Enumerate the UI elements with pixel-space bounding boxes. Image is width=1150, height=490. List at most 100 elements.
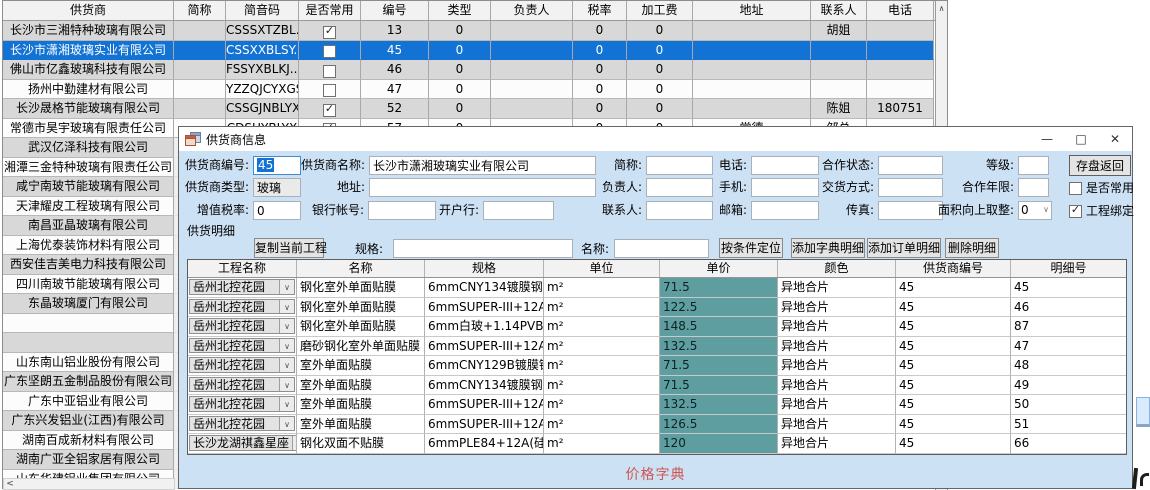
supplier-row[interactable]: 长沙晟格节能玻璃有限公司CSSGJNBLYXGS✓52000陈姐180751	[3, 99, 948, 119]
column-header-spec[interactable]: 规格	[425, 260, 544, 277]
vat-rate-input[interactable]	[253, 201, 301, 220]
detail-cell-color: 异地合片	[778, 356, 896, 376]
grid-horizontal-scrollbar[interactable]: <	[3, 478, 175, 490]
column-header-name[interactable]: 名称	[297, 260, 425, 277]
column-header-supplier-no[interactable]: 供货商编号	[896, 260, 1011, 277]
project-combobox[interactable]: 长沙龙湖祺鑫星座∨	[188, 434, 297, 454]
detail-row[interactable]: 岳州北控花园∨钢化室外单面贴膜6mmSUPER-III+12A(硅...m²12…	[188, 298, 1126, 318]
column-header-processing-fee[interactable]: 加工费	[627, 1, 693, 20]
project-combobox[interactable]: 岳州北控花园∨	[188, 317, 297, 337]
detail-row[interactable]: 岳州北控花园∨室外单面贴膜6mmSUPER-III+12A(硅...m²132.…	[188, 395, 1126, 415]
detail-row[interactable]: 岳州北控花园∨钢化室外单面贴膜6mm白玻+1.14PVB+6mm...m²148…	[188, 317, 1126, 337]
supplier-name-input[interactable]	[369, 156, 596, 175]
detail-row[interactable]: 岳州北控花园∨磨砂钢化室外单面贴膜6mmSUPER-III+12A(硅...m²…	[188, 337, 1126, 357]
common-checkbox[interactable]: ✓	[323, 26, 336, 39]
close-button[interactable]: ✕	[1098, 127, 1132, 151]
column-header-number[interactable]: 编号	[361, 1, 429, 20]
combobox-arrow-icon[interactable]: ∨	[279, 280, 294, 294]
combobox-arrow-icon[interactable]: ∨	[279, 358, 294, 372]
supplier-row[interactable]: 扬州中勤建材有限公司YZZQJCYXGS47000	[3, 80, 948, 100]
common-checkbox[interactable]	[323, 45, 336, 58]
dialog-titlebar[interactable]: 供货商信息 — □ ✕	[179, 127, 1132, 151]
detail-row[interactable]: 岳州北控花园∨钢化室外单面贴膜6mmCNY134镀膜钢化m²71.5异地合片45…	[188, 278, 1126, 298]
address-input[interactable]	[369, 178, 596, 197]
detail-row[interactable]: 岳州北控花园∨室外单面贴膜6mmSUPER-III+12A(硅...m²126.…	[188, 415, 1126, 435]
supplier-row[interactable]: 长沙市三湘特种玻璃有限公司CSSSXTZBL...✓13000胡姐	[3, 21, 948, 41]
combobox-frame: 岳州北控花园∨	[189, 416, 295, 432]
dropdown-arrow-icon[interactable]: ∨	[1043, 202, 1049, 219]
combobox-arrow-icon[interactable]: ∨	[279, 339, 294, 353]
minimize-button[interactable]: —	[1030, 127, 1064, 151]
detail-row[interactable]: 岳州北控花园∨室外单面贴膜6mmCNY134镀膜钢化m²71.5异地合片4549	[188, 376, 1126, 396]
maximize-button[interactable]: □	[1064, 127, 1098, 151]
locate-by-condition-button[interactable]: 按条件定位	[719, 238, 783, 258]
project-combobox[interactable]: 岳州北控花园∨	[188, 395, 297, 415]
project-combobox[interactable]: 岳州北控花园∨	[188, 415, 297, 435]
project-bind-checkbox-label: 工程绑定	[1086, 204, 1134, 218]
project-combobox[interactable]: 岳州北控花园∨	[188, 298, 297, 318]
scroll-up-icon[interactable]: ∧	[936, 1, 947, 17]
grade-input[interactable]	[1018, 156, 1049, 175]
project-combobox[interactable]: 岳州北控花园∨	[188, 356, 297, 376]
column-header-contact[interactable]: 联系人	[811, 1, 867, 20]
column-header-detail-no[interactable]: 明细号	[1011, 260, 1126, 277]
project-combobox[interactable]: 岳州北控花园∨	[188, 337, 297, 357]
supplier-cell-supplier: 扬州中勤建材有限公司	[3, 80, 174, 100]
column-header-color[interactable]: 颜色	[778, 260, 896, 277]
checkbox-unchecked-icon[interactable]	[1069, 182, 1082, 195]
common-checkbox[interactable]: ✓	[323, 104, 336, 117]
detail-row[interactable]: 长沙龙湖祺鑫星座∨钢化双面不贴膜6mmPLE84+12A(硅酮胶...m²120…	[188, 434, 1126, 454]
column-header-type[interactable]: 类型	[429, 1, 491, 20]
supplier-row[interactable]: 佛山市亿鑫玻璃科技有限公司FSSYXBLKJ...46000	[3, 60, 948, 80]
detail-row[interactable]: 岳州北控花园∨室外单面贴膜6mmCNY129B镀膜钢化m²71.5异地合片454…	[188, 356, 1126, 376]
column-header-unit[interactable]: 单位	[544, 260, 660, 277]
coop-years-input[interactable]	[1018, 178, 1049, 197]
column-header-unit-price[interactable]: 单价	[660, 260, 778, 277]
combobox-arrow-icon[interactable]: ∨	[279, 300, 294, 314]
project-bind-checkbox-field[interactable]: ✓ 工程绑定	[1069, 202, 1134, 221]
combobox-arrow-icon[interactable]: ∨	[279, 417, 294, 431]
add-dictionary-detail-button[interactable]: 添加字典明细	[791, 238, 865, 258]
supplier-cell-contact	[811, 60, 867, 80]
column-header-phone[interactable]: 电话	[867, 1, 934, 20]
name-filter-input[interactable]	[614, 239, 709, 258]
common-checkbox[interactable]	[323, 65, 336, 78]
supplier-cell-no: 46	[361, 60, 429, 80]
save-return-button[interactable]: 存盘返回	[1069, 155, 1131, 176]
supplier-row[interactable]: 长沙市潇湘玻璃实业有限公司CSSXXBLSY...45000	[3, 41, 948, 61]
bank-input[interactable]	[483, 201, 554, 220]
supplier-name-label: 供货商名称:	[275, 156, 365, 175]
common-checkbox[interactable]	[323, 84, 336, 97]
copy-current-project-button[interactable]: 复制当前工程	[254, 238, 324, 258]
common-use-checkbox-field[interactable]: 是否常用	[1069, 179, 1134, 198]
combobox-arrow-icon[interactable]: ∨	[279, 397, 294, 411]
supplier-cell-contact: 陈姐	[811, 99, 867, 119]
scroll-left-icon[interactable]: <	[4, 479, 16, 489]
supply-detail-section-label: 供货明细	[187, 222, 235, 239]
selected-text: 45	[257, 158, 274, 172]
combobox-arrow-icon[interactable]: ∨	[279, 378, 294, 392]
column-header-supplier[interactable]: 供货商	[3, 1, 174, 20]
column-header-address[interactable]: 地址	[693, 1, 811, 20]
column-header-tax-rate[interactable]: 税率	[573, 1, 627, 20]
project-combobox[interactable]: 岳州北控花园∨	[188, 278, 297, 298]
project-combobox[interactable]: 岳州北控花园∨	[188, 376, 297, 396]
detail-cell-unit: m²	[544, 356, 660, 376]
detail-cell-name: 磨砂钢化室外单面贴膜	[297, 337, 425, 357]
supplier-cell-short	[174, 21, 226, 41]
column-header-common-use[interactable]: 是否常用	[299, 1, 361, 20]
column-header-leader[interactable]: 负责人	[491, 1, 573, 20]
delete-detail-button[interactable]: 删除明细	[945, 238, 999, 258]
column-header-pinyin-code[interactable]: 简音码	[226, 1, 299, 20]
supplier-cell-supplier: 长沙晟格节能玻璃有限公司	[3, 99, 174, 119]
add-order-detail-button[interactable]: 添加订单明细	[867, 238, 941, 258]
supplier-cell-addr	[693, 80, 811, 100]
checkbox-checked-icon[interactable]: ✓	[1069, 205, 1082, 218]
detail-cell-name: 室外单面贴膜	[297, 356, 425, 376]
spec-filter-input[interactable]	[393, 239, 573, 258]
column-header-short-name[interactable]: 简称	[174, 1, 226, 20]
column-header-project-name[interactable]: 工程名称	[188, 260, 297, 277]
supplier-cell-supplier: 长沙市三湘特种玻璃有限公司	[3, 21, 174, 41]
round-up-dropdown[interactable]: 0 ∨	[1018, 201, 1052, 220]
combobox-arrow-icon[interactable]: ∨	[279, 319, 294, 333]
